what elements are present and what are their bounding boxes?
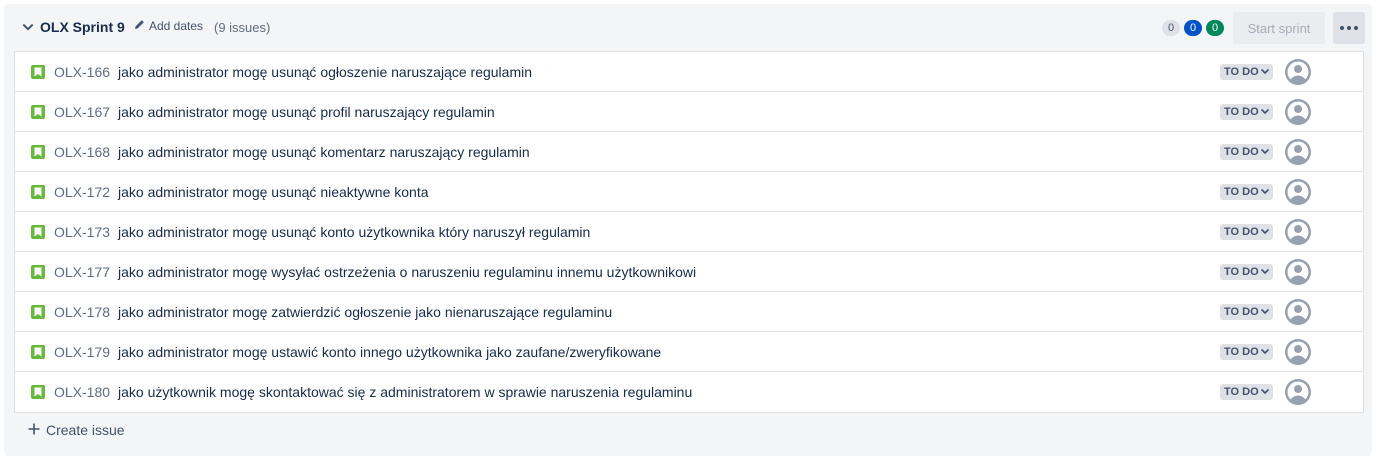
avatar-icon[interactable]	[1285, 59, 1311, 85]
status-label: TO DO	[1224, 226, 1259, 238]
issue-row[interactable]: OLX-166 jako administrator mogę usunąć o…	[15, 52, 1363, 92]
issue-key[interactable]: OLX-167	[54, 104, 110, 120]
avatar-icon[interactable]	[1285, 379, 1311, 405]
issue-key[interactable]: OLX-177	[54, 264, 110, 280]
status-label: TO DO	[1224, 66, 1259, 78]
issue-key[interactable]: OLX-180	[54, 384, 110, 400]
chevron-down-icon	[1260, 226, 1269, 238]
in-progress-count-badge: 0	[1184, 20, 1202, 36]
sprint-container: OLX Sprint 9 Add dates (9 issues) 0 0 0 …	[4, 4, 1372, 456]
create-issue-label: Create issue	[46, 422, 125, 438]
status-dropdown[interactable]: TO DO	[1220, 224, 1273, 240]
issue-summary: jako administrator mogę wysyłać ostrzeże…	[118, 264, 697, 280]
status-label: TO DO	[1224, 386, 1259, 398]
status-dropdown[interactable]: TO DO	[1220, 344, 1273, 360]
avatar-icon[interactable]	[1285, 99, 1311, 125]
issue-row[interactable]: OLX-167 jako administrator mogę usunąć p…	[15, 92, 1363, 132]
story-icon	[31, 145, 45, 159]
chevron-down-icon[interactable]	[22, 21, 34, 33]
status-label: TO DO	[1224, 146, 1259, 158]
story-icon	[31, 105, 45, 119]
issue-summary: jako użytkownik mogę skontaktować się z …	[118, 384, 693, 400]
add-dates-button[interactable]: Add dates	[134, 19, 203, 33]
sprint-name: OLX Sprint 9	[40, 19, 125, 35]
issue-key[interactable]: OLX-166	[54, 64, 110, 80]
story-icon	[31, 225, 45, 239]
status-dropdown[interactable]: TO DO	[1220, 184, 1273, 200]
story-icon	[31, 65, 45, 79]
issue-summary: jako administrator mogę usunąć profil na…	[118, 104, 495, 120]
story-icon	[31, 305, 45, 319]
status-label: TO DO	[1224, 306, 1259, 318]
issue-summary: jako administrator mogę usunąć komentarz…	[118, 144, 530, 160]
issue-row[interactable]: OLX-173 jako administrator mogę usunąć k…	[15, 212, 1363, 252]
issue-key[interactable]: OLX-172	[54, 184, 110, 200]
issue-key[interactable]: OLX-168	[54, 144, 110, 160]
avatar-icon[interactable]	[1285, 219, 1311, 245]
status-dropdown[interactable]: TO DO	[1220, 264, 1273, 280]
done-count-badge: 0	[1206, 20, 1224, 36]
issue-count: (9 issues)	[214, 20, 271, 35]
story-icon	[31, 185, 45, 199]
status-dropdown[interactable]: TO DO	[1220, 144, 1273, 160]
issue-row[interactable]: OLX-168 jako administrator mogę usunąć k…	[15, 132, 1363, 172]
status-label: TO DO	[1224, 186, 1259, 198]
status-dropdown[interactable]: TO DO	[1220, 64, 1273, 80]
chevron-down-icon	[1260, 346, 1269, 358]
issue-key[interactable]: OLX-179	[54, 344, 110, 360]
chevron-down-icon	[1260, 386, 1269, 398]
issue-row[interactable]: OLX-172 jako administrator mogę usunąć n…	[15, 172, 1363, 212]
issue-summary: jako administrator mogę zatwierdzić ogło…	[118, 304, 613, 320]
story-icon	[31, 385, 45, 399]
issue-summary: jako administrator mogę usunąć nieaktywn…	[118, 184, 429, 200]
issue-list: OLX-166 jako administrator mogę usunąć o…	[14, 51, 1364, 413]
chevron-down-icon	[1260, 266, 1269, 278]
add-dates-label: Add dates	[149, 19, 204, 33]
chevron-down-icon	[1260, 186, 1269, 198]
avatar-icon[interactable]	[1285, 139, 1311, 165]
issue-row[interactable]: OLX-180 jako użytkownik mogę skontaktowa…	[15, 372, 1363, 412]
more-icon[interactable]	[1333, 12, 1365, 44]
avatar-icon[interactable]	[1285, 339, 1311, 365]
pencil-icon	[134, 19, 145, 33]
issue-key[interactable]: OLX-178	[54, 304, 110, 320]
issue-summary: jako administrator mogę usunąć ogłoszeni…	[118, 64, 533, 80]
status-dropdown[interactable]: TO DO	[1220, 104, 1273, 120]
plus-icon	[28, 422, 40, 438]
status-label: TO DO	[1224, 106, 1259, 118]
issue-row[interactable]: OLX-177 jako administrator mogę wysyłać …	[15, 252, 1363, 292]
create-issue-button[interactable]: Create issue	[28, 422, 125, 438]
todo-count-badge: 0	[1162, 20, 1180, 36]
avatar-icon[interactable]	[1285, 259, 1311, 285]
chevron-down-icon	[1260, 306, 1269, 318]
start-sprint-button[interactable]: Start sprint	[1233, 12, 1325, 44]
chevron-down-icon	[1260, 146, 1269, 158]
story-icon	[31, 265, 45, 279]
chevron-down-icon	[1260, 106, 1269, 118]
avatar-icon[interactable]	[1285, 299, 1311, 325]
status-counts: 0 0 0	[1162, 20, 1224, 36]
issue-row[interactable]: OLX-178 jako administrator mogę zatwierd…	[15, 292, 1363, 332]
avatar-icon[interactable]	[1285, 179, 1311, 205]
status-label: TO DO	[1224, 346, 1259, 358]
sprint-header: OLX Sprint 9 Add dates (9 issues) 0 0 0 …	[4, 4, 1372, 52]
issue-summary: jako administrator mogę ustawić konto in…	[118, 344, 662, 360]
chevron-down-icon	[1260, 66, 1269, 78]
status-label: TO DO	[1224, 266, 1259, 278]
status-dropdown[interactable]: TO DO	[1220, 304, 1273, 320]
issue-key[interactable]: OLX-173	[54, 224, 110, 240]
status-dropdown[interactable]: TO DO	[1220, 384, 1273, 400]
issue-row[interactable]: OLX-179 jako administrator mogę ustawić …	[15, 332, 1363, 372]
issue-summary: jako administrator mogę usunąć konto uży…	[118, 224, 591, 240]
story-icon	[31, 345, 45, 359]
